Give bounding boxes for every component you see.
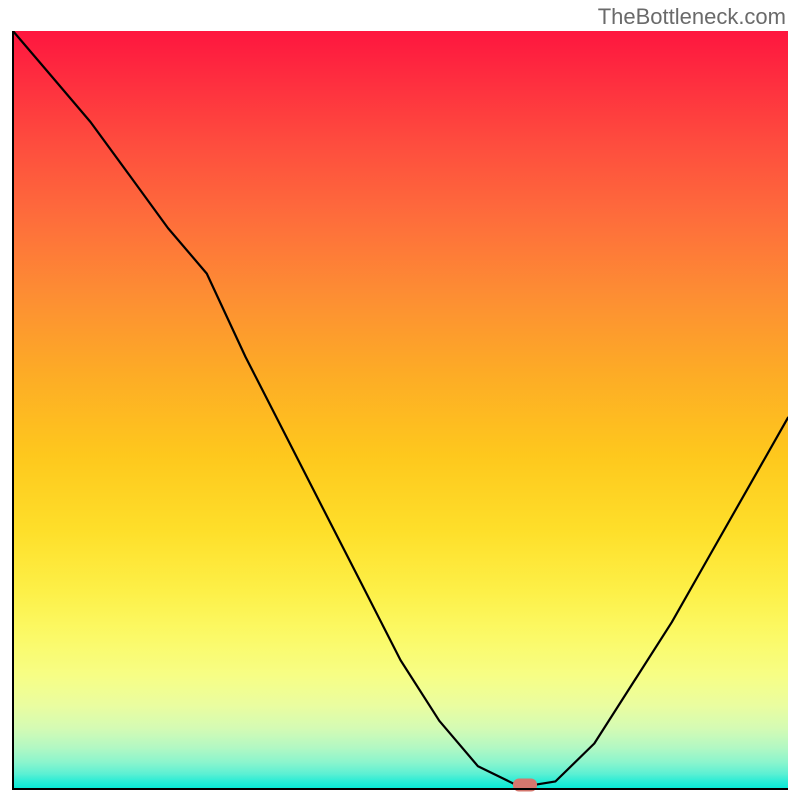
watermark-text: TheBottleneck.com <box>598 4 786 30</box>
x-axis-line <box>12 788 788 790</box>
y-axis-line <box>12 31 14 789</box>
chart-area <box>13 31 788 789</box>
bottleneck-curve <box>13 31 788 789</box>
